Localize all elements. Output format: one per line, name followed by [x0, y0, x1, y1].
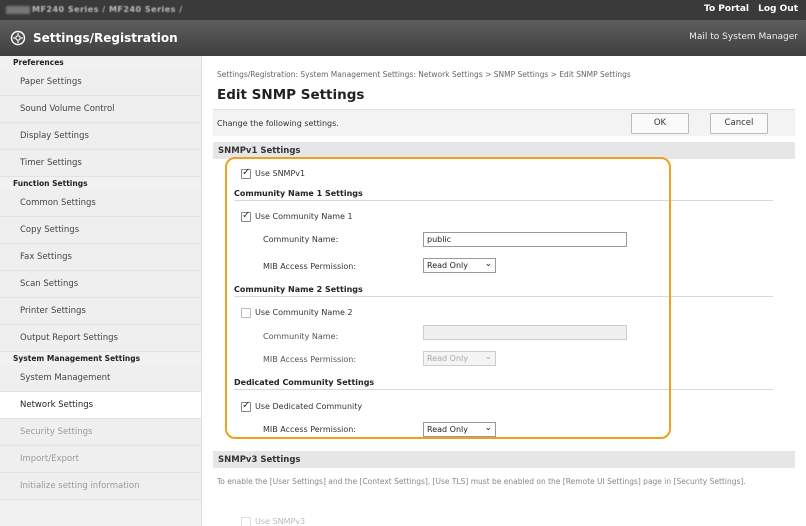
community-name-1-label: Community Name:: [263, 235, 339, 244]
breadcrumb: Settings/Registration: System Management…: [217, 70, 631, 79]
mib-access-1-value: Read Only: [427, 261, 468, 270]
snmpv1-section-header: SNMPv1 Settings: [213, 142, 795, 159]
use-snmpv1-label: Use SNMPv1: [255, 169, 306, 178]
snmpv3-section-header: SNMPv3 Settings: [213, 451, 795, 468]
main-content: Settings/Registration: System Management…: [212, 56, 806, 526]
dedicated-community-header: Dedicated Community Settings: [234, 376, 773, 390]
sidebar-item-fax-settings[interactable]: Fax Settings: [0, 244, 201, 271]
top-links: To Portal Log Out: [698, 4, 798, 14]
use-dedicated-community-label: Use Dedicated Community: [255, 402, 363, 411]
sidebar-heading-system: System Management Settings: [0, 352, 201, 365]
community-name-2-input[interactable]: [423, 325, 627, 340]
to-portal-link[interactable]: To Portal: [704, 4, 749, 14]
sidebar-item-system-management[interactable]: System Management: [0, 365, 201, 392]
sidebar-item-copy-settings[interactable]: Copy Settings: [0, 217, 201, 244]
page-app-title: Settings/Registration: [33, 31, 178, 45]
use-community-name-2-checkbox[interactable]: [241, 308, 251, 318]
action-bar: Change the following settings. OK Cancel: [213, 109, 795, 136]
sidebar-item-network-settings[interactable]: Network Settings: [0, 392, 201, 419]
mib-access-2-label: MIB Access Permission:: [263, 355, 357, 364]
sidebar-item-import-export[interactable]: Import/Export: [0, 446, 201, 473]
sidebar-item-printer-settings[interactable]: Printer Settings: [0, 298, 201, 325]
sidebar-item-initialize[interactable]: Initialize setting information: [0, 473, 201, 500]
use-community-name-1-checkbox[interactable]: [241, 210, 251, 222]
device-logo: [6, 6, 30, 14]
sidebar-item-common-settings[interactable]: Common Settings: [0, 190, 201, 217]
page-title: Edit SNMP Settings: [217, 87, 365, 103]
community-name-2-label: Community Name:: [263, 332, 339, 341]
mib-access-3-value: Read Only: [427, 425, 468, 434]
use-snmpv3-label: Use SNMPv3: [255, 517, 306, 526]
use-snmpv1-checkbox[interactable]: [241, 167, 251, 179]
community1-header: Community Name 1 Settings: [234, 187, 773, 201]
chevron-down-icon: ⌄: [484, 259, 492, 269]
use-community-name-1-label: Use Community Name 1: [255, 212, 353, 221]
top-bar: MF240 Series / MF240 Series / To Portal …: [0, 0, 806, 20]
chevron-down-icon: ⌄: [484, 423, 492, 433]
sidebar-item-timer-settings[interactable]: Timer Settings: [0, 150, 201, 177]
log-out-link[interactable]: Log Out: [758, 4, 798, 14]
cancel-button[interactable]: Cancel: [710, 113, 768, 134]
use-snmpv3-checkbox[interactable]: [241, 517, 251, 526]
mib-access-3-label: MIB Access Permission:: [263, 425, 357, 434]
change-instruction: Change the following settings.: [217, 119, 339, 128]
ok-button[interactable]: OK: [631, 113, 689, 134]
use-dedicated-community-checkbox[interactable]: [241, 400, 251, 412]
sidebar-item-output-report[interactable]: Output Report Settings: [0, 325, 201, 352]
sidebar-item-sound-volume[interactable]: Sound Volume Control: [0, 96, 201, 123]
chevron-down-icon: ⌄: [484, 352, 492, 362]
sidebar: Preferences Paper Settings Sound Volume …: [0, 56, 202, 526]
community-name-1-input[interactable]: public: [423, 232, 627, 247]
sidebar-item-paper-settings[interactable]: Paper Settings: [0, 69, 201, 96]
title-bar: Settings/Registration Mail to System Man…: [0, 20, 806, 56]
sidebar-heading-preferences: Preferences: [0, 56, 201, 69]
sidebar-item-scan-settings[interactable]: Scan Settings: [0, 271, 201, 298]
sidebar-item-security-settings[interactable]: Security Settings: [0, 419, 201, 446]
mib-access-1-label: MIB Access Permission:: [263, 262, 357, 271]
community2-header: Community Name 2 Settings: [234, 283, 773, 297]
use-community-name-2-label: Use Community Name 2: [255, 308, 353, 317]
snmpv3-note: To enable the [User Settings] and the [C…: [217, 477, 746, 486]
mail-to-system-manager-link[interactable]: Mail to System Manager: [689, 32, 798, 42]
mib-access-3-select[interactable]: Read Only ⌄: [423, 422, 496, 437]
mib-access-2-select[interactable]: Read Only ⌄: [423, 351, 496, 366]
device-name: MF240 Series / MF240 Series /: [32, 5, 183, 14]
mib-access-1-select[interactable]: Read Only ⌄: [423, 258, 496, 273]
mib-access-2-value: Read Only: [427, 354, 468, 363]
sidebar-item-display-settings[interactable]: Display Settings: [0, 123, 201, 150]
sidebar-heading-function: Function Settings: [0, 177, 201, 190]
settings-gear-icon: [10, 30, 26, 46]
